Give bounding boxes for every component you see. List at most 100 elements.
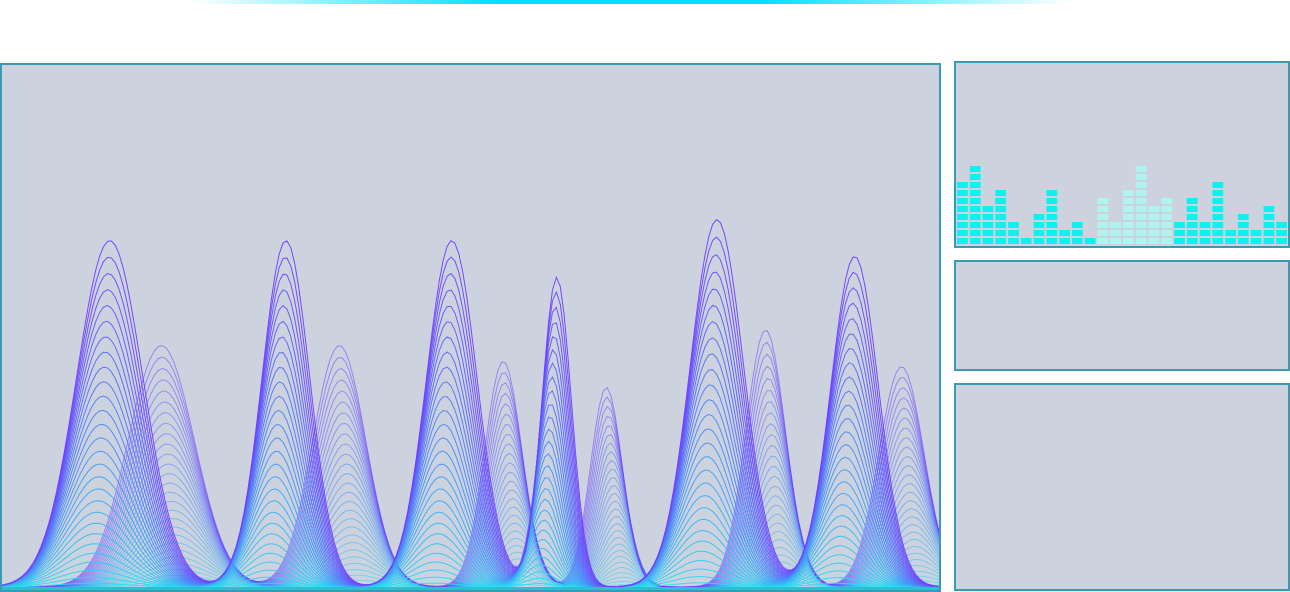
equalizer-segment xyxy=(969,182,981,188)
equalizer-segment xyxy=(1237,230,1249,236)
equalizer-segment xyxy=(1135,190,1147,196)
equalizer-segment xyxy=(1212,230,1224,236)
equalizer-segment xyxy=(1186,230,1198,236)
equalizer-bar xyxy=(1263,206,1275,244)
equalizer-bar xyxy=(957,182,968,244)
equalizer-segment xyxy=(1186,214,1198,220)
equalizer-segment xyxy=(1135,182,1147,188)
equalizer-segment xyxy=(1186,198,1198,204)
equalizer-bar xyxy=(1174,222,1185,244)
equalizer-bar xyxy=(1250,230,1262,244)
equalizer-segment xyxy=(1008,230,1019,236)
equalizer-segment xyxy=(1276,230,1287,236)
equalizer-segment xyxy=(995,190,1007,196)
equalizer-segment xyxy=(1148,214,1160,220)
equalizer-segment xyxy=(1059,238,1070,244)
equalizer-segment xyxy=(1135,166,1147,172)
equalizer-bar xyxy=(1097,198,1109,244)
equalizer-segment xyxy=(1174,238,1185,244)
equalizer-segment xyxy=(982,238,994,244)
equalizer-segment xyxy=(1161,238,1173,244)
equalizer-segment xyxy=(1212,198,1224,204)
equalizer-segment xyxy=(1059,230,1070,236)
equalizer-segment xyxy=(1225,238,1236,244)
equalizer-segment xyxy=(1263,230,1275,236)
waveform-baseline xyxy=(2,587,939,590)
equalizer-segment xyxy=(1237,222,1249,228)
equalizer-bar xyxy=(1020,238,1032,244)
equalizer-segment xyxy=(1008,222,1019,228)
equalizer-segment xyxy=(1263,222,1275,228)
empty-panel-middle xyxy=(954,260,1290,371)
equalizer-panel xyxy=(954,61,1290,248)
equalizer-segment xyxy=(1046,206,1058,212)
equalizer-segment xyxy=(1071,230,1083,236)
equalizer-segment xyxy=(969,230,981,236)
equalizer-segment xyxy=(1174,230,1185,236)
equalizer-segment xyxy=(1084,238,1096,244)
equalizer-segment xyxy=(1225,230,1236,236)
equalizer-bar xyxy=(1148,206,1160,244)
equalizer-bar xyxy=(1135,166,1147,244)
equalizer-segment xyxy=(1123,222,1134,228)
empty-panel-bottom xyxy=(954,383,1290,591)
equalizer-segment xyxy=(1123,190,1134,196)
equalizer-segment xyxy=(1148,222,1160,228)
equalizer-segment xyxy=(1199,230,1211,236)
equalizer-segment xyxy=(969,206,981,212)
equalizer-bar xyxy=(1110,222,1121,244)
equalizer-segment xyxy=(1135,238,1147,244)
equalizer-segment xyxy=(1276,238,1287,244)
equalizer-segment xyxy=(1097,214,1109,220)
equalizer-bar xyxy=(1071,222,1083,244)
equalizer-segment xyxy=(1186,238,1198,244)
equalizer-segment xyxy=(1161,214,1173,220)
equalizer-segment xyxy=(1046,230,1058,236)
equalizer-segment xyxy=(1033,222,1045,228)
equalizer-segment xyxy=(1123,214,1134,220)
equalizer-segment xyxy=(1161,198,1173,204)
equalizer-bar xyxy=(1161,198,1173,244)
equalizer-bar xyxy=(1123,190,1134,244)
equalizer-segment xyxy=(1212,222,1224,228)
equalizer-segment xyxy=(1097,238,1109,244)
equalizer-segment xyxy=(1123,230,1134,236)
equalizer-segment xyxy=(1097,230,1109,236)
equalizer-segment xyxy=(982,222,994,228)
equalizer-segment xyxy=(1033,238,1045,244)
equalizer-segment xyxy=(969,174,981,180)
equalizer-bar xyxy=(1276,222,1287,244)
equalizer-segment xyxy=(1110,222,1121,228)
equalizer-segment xyxy=(995,222,1007,228)
equalizer-segment xyxy=(957,222,968,228)
equalizer-segment xyxy=(1148,230,1160,236)
equalizer-segment xyxy=(1046,222,1058,228)
equalizer-segment xyxy=(1135,206,1147,212)
equalizer-bar xyxy=(1225,230,1236,244)
equalizer-segment xyxy=(1123,238,1134,244)
equalizer-segment xyxy=(1199,222,1211,228)
equalizer-segment xyxy=(1033,214,1045,220)
equalizer-bar xyxy=(1186,198,1198,244)
equalizer-segment xyxy=(969,214,981,220)
equalizer-segment xyxy=(1263,206,1275,212)
equalizer-segment xyxy=(957,206,968,212)
equalizer-segment xyxy=(957,238,968,244)
equalizer-segment xyxy=(1135,230,1147,236)
equalizer-segment xyxy=(995,206,1007,212)
equalizer-segment xyxy=(1123,198,1134,204)
equalizer-segment xyxy=(982,230,994,236)
equalizer-segment xyxy=(957,198,968,204)
equalizer-segment xyxy=(969,190,981,196)
equalizer-segment xyxy=(982,206,994,212)
equalizer-segment xyxy=(1212,182,1224,188)
equalizer-canvas xyxy=(957,166,1287,244)
equalizer-segment xyxy=(1046,238,1058,244)
equalizer-segment xyxy=(1186,206,1198,212)
equalizer-segment xyxy=(1008,238,1019,244)
equalizer-segment xyxy=(1276,222,1287,228)
equalizer-segment xyxy=(957,230,968,236)
equalizer-segment xyxy=(995,214,1007,220)
waveform-visualizer-panel xyxy=(0,63,941,592)
equalizer-segment xyxy=(1097,222,1109,228)
